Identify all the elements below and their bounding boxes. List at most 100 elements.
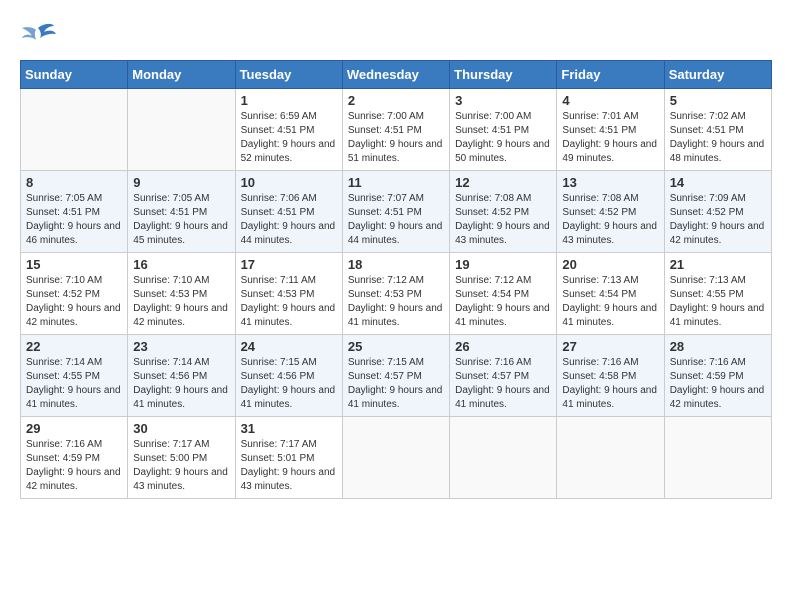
- calendar-week-3: 15 Sunrise: 7:10 AMSunset: 4:52 PMDaylig…: [21, 253, 772, 335]
- calendar-week-5: 29 Sunrise: 7:16 AMSunset: 4:59 PMDaylig…: [21, 417, 772, 499]
- calendar-cell: [128, 89, 235, 171]
- column-header-sunday: Sunday: [21, 61, 128, 89]
- calendar-cell: 14 Sunrise: 7:09 AMSunset: 4:52 PMDaylig…: [664, 171, 771, 253]
- calendar-cell: 1 Sunrise: 6:59 AMSunset: 4:51 PMDayligh…: [235, 89, 342, 171]
- calendar-cell: 2 Sunrise: 7:00 AMSunset: 4:51 PMDayligh…: [342, 89, 449, 171]
- day-number: 17: [241, 257, 337, 272]
- day-info: Sunrise: 7:06 AMSunset: 4:51 PMDaylight:…: [241, 192, 337, 248]
- calendar-cell: 30 Sunrise: 7:17 AMSunset: 5:00 PMDaylig…: [128, 417, 235, 499]
- page-header: [20, 20, 772, 50]
- day-number: 2: [348, 93, 444, 108]
- column-header-thursday: Thursday: [450, 61, 557, 89]
- calendar-cell: 16 Sunrise: 7:10 AMSunset: 4:53 PMDaylig…: [128, 253, 235, 335]
- day-info: Sunrise: 7:02 AMSunset: 4:51 PMDaylight:…: [670, 110, 766, 166]
- day-number: 29: [26, 421, 122, 436]
- day-number: 3: [455, 93, 551, 108]
- calendar-cell: 28 Sunrise: 7:16 AMSunset: 4:59 PMDaylig…: [664, 335, 771, 417]
- calendar-cell: 11 Sunrise: 7:07 AMSunset: 4:51 PMDaylig…: [342, 171, 449, 253]
- day-number: 10: [241, 175, 337, 190]
- day-number: 28: [670, 339, 766, 354]
- day-number: 22: [26, 339, 122, 354]
- calendar-cell: 10 Sunrise: 7:06 AMSunset: 4:51 PMDaylig…: [235, 171, 342, 253]
- day-number: 30: [133, 421, 229, 436]
- calendar-cell: [664, 417, 771, 499]
- calendar-cell: 3 Sunrise: 7:00 AMSunset: 4:51 PMDayligh…: [450, 89, 557, 171]
- calendar-cell: 27 Sunrise: 7:16 AMSunset: 4:58 PMDaylig…: [557, 335, 664, 417]
- day-info: Sunrise: 7:16 AMSunset: 4:59 PMDaylight:…: [670, 356, 766, 412]
- day-info: Sunrise: 7:15 AMSunset: 4:57 PMDaylight:…: [348, 356, 444, 412]
- logo: [20, 20, 60, 50]
- calendar-cell: 13 Sunrise: 7:08 AMSunset: 4:52 PMDaylig…: [557, 171, 664, 253]
- calendar-cell: 17 Sunrise: 7:11 AMSunset: 4:53 PMDaylig…: [235, 253, 342, 335]
- day-number: 5: [670, 93, 766, 108]
- calendar-cell: 12 Sunrise: 7:08 AMSunset: 4:52 PMDaylig…: [450, 171, 557, 253]
- day-number: 24: [241, 339, 337, 354]
- day-info: Sunrise: 7:00 AMSunset: 4:51 PMDaylight:…: [455, 110, 551, 166]
- day-info: Sunrise: 7:14 AMSunset: 4:55 PMDaylight:…: [26, 356, 122, 412]
- day-number: 15: [26, 257, 122, 272]
- column-header-tuesday: Tuesday: [235, 61, 342, 89]
- calendar-cell: 19 Sunrise: 7:12 AMSunset: 4:54 PMDaylig…: [450, 253, 557, 335]
- day-info: Sunrise: 7:16 AMSunset: 4:58 PMDaylight:…: [562, 356, 658, 412]
- day-number: 26: [455, 339, 551, 354]
- day-info: Sunrise: 7:13 AMSunset: 4:55 PMDaylight:…: [670, 274, 766, 330]
- day-info: Sunrise: 7:08 AMSunset: 4:52 PMDaylight:…: [455, 192, 551, 248]
- calendar-cell: 20 Sunrise: 7:13 AMSunset: 4:54 PMDaylig…: [557, 253, 664, 335]
- day-number: 20: [562, 257, 658, 272]
- calendar-cell: 26 Sunrise: 7:16 AMSunset: 4:57 PMDaylig…: [450, 335, 557, 417]
- day-info: Sunrise: 7:14 AMSunset: 4:56 PMDaylight:…: [133, 356, 229, 412]
- day-number: 12: [455, 175, 551, 190]
- day-info: Sunrise: 7:17 AMSunset: 5:01 PMDaylight:…: [241, 438, 337, 494]
- logo-icon: [20, 20, 56, 50]
- day-info: Sunrise: 7:12 AMSunset: 4:53 PMDaylight:…: [348, 274, 444, 330]
- calendar-cell: 5 Sunrise: 7:02 AMSunset: 4:51 PMDayligh…: [664, 89, 771, 171]
- day-number: 23: [133, 339, 229, 354]
- day-info: Sunrise: 7:00 AMSunset: 4:51 PMDaylight:…: [348, 110, 444, 166]
- day-number: 4: [562, 93, 658, 108]
- day-number: 21: [670, 257, 766, 272]
- calendar-cell: 15 Sunrise: 7:10 AMSunset: 4:52 PMDaylig…: [21, 253, 128, 335]
- day-info: Sunrise: 7:05 AMSunset: 4:51 PMDaylight:…: [133, 192, 229, 248]
- day-info: Sunrise: 7:16 AMSunset: 4:57 PMDaylight:…: [455, 356, 551, 412]
- day-number: 31: [241, 421, 337, 436]
- calendar-cell: 18 Sunrise: 7:12 AMSunset: 4:53 PMDaylig…: [342, 253, 449, 335]
- day-info: Sunrise: 7:05 AMSunset: 4:51 PMDaylight:…: [26, 192, 122, 248]
- calendar-week-2: 8 Sunrise: 7:05 AMSunset: 4:51 PMDayligh…: [21, 171, 772, 253]
- calendar-week-4: 22 Sunrise: 7:14 AMSunset: 4:55 PMDaylig…: [21, 335, 772, 417]
- day-info: Sunrise: 7:10 AMSunset: 4:53 PMDaylight:…: [133, 274, 229, 330]
- day-number: 13: [562, 175, 658, 190]
- day-number: 8: [26, 175, 122, 190]
- calendar-cell: [342, 417, 449, 499]
- calendar-cell: 8 Sunrise: 7:05 AMSunset: 4:51 PMDayligh…: [21, 171, 128, 253]
- day-info: Sunrise: 6:59 AMSunset: 4:51 PMDaylight:…: [241, 110, 337, 166]
- calendar-cell: 29 Sunrise: 7:16 AMSunset: 4:59 PMDaylig…: [21, 417, 128, 499]
- calendar-cell: 23 Sunrise: 7:14 AMSunset: 4:56 PMDaylig…: [128, 335, 235, 417]
- day-number: 14: [670, 175, 766, 190]
- day-number: 19: [455, 257, 551, 272]
- day-info: Sunrise: 7:12 AMSunset: 4:54 PMDaylight:…: [455, 274, 551, 330]
- calendar-cell: 25 Sunrise: 7:15 AMSunset: 4:57 PMDaylig…: [342, 335, 449, 417]
- calendar-cell: 9 Sunrise: 7:05 AMSunset: 4:51 PMDayligh…: [128, 171, 235, 253]
- day-info: Sunrise: 7:11 AMSunset: 4:53 PMDaylight:…: [241, 274, 337, 330]
- day-info: Sunrise: 7:09 AMSunset: 4:52 PMDaylight:…: [670, 192, 766, 248]
- day-number: 1: [241, 93, 337, 108]
- day-info: Sunrise: 7:15 AMSunset: 4:56 PMDaylight:…: [241, 356, 337, 412]
- day-info: Sunrise: 7:07 AMSunset: 4:51 PMDaylight:…: [348, 192, 444, 248]
- calendar-header-row: SundayMondayTuesdayWednesdayThursdayFrid…: [21, 61, 772, 89]
- calendar-cell: 24 Sunrise: 7:15 AMSunset: 4:56 PMDaylig…: [235, 335, 342, 417]
- column-header-wednesday: Wednesday: [342, 61, 449, 89]
- calendar-cell: [557, 417, 664, 499]
- day-number: 27: [562, 339, 658, 354]
- calendar-cell: 31 Sunrise: 7:17 AMSunset: 5:01 PMDaylig…: [235, 417, 342, 499]
- day-info: Sunrise: 7:08 AMSunset: 4:52 PMDaylight:…: [562, 192, 658, 248]
- day-number: 18: [348, 257, 444, 272]
- calendar-table: SundayMondayTuesdayWednesdayThursdayFrid…: [20, 60, 772, 499]
- day-info: Sunrise: 7:13 AMSunset: 4:54 PMDaylight:…: [562, 274, 658, 330]
- day-info: Sunrise: 7:01 AMSunset: 4:51 PMDaylight:…: [562, 110, 658, 166]
- day-info: Sunrise: 7:17 AMSunset: 5:00 PMDaylight:…: [133, 438, 229, 494]
- calendar-week-1: 1 Sunrise: 6:59 AMSunset: 4:51 PMDayligh…: [21, 89, 772, 171]
- day-info: Sunrise: 7:10 AMSunset: 4:52 PMDaylight:…: [26, 274, 122, 330]
- column-header-friday: Friday: [557, 61, 664, 89]
- calendar-cell: 4 Sunrise: 7:01 AMSunset: 4:51 PMDayligh…: [557, 89, 664, 171]
- calendar-cell: 21 Sunrise: 7:13 AMSunset: 4:55 PMDaylig…: [664, 253, 771, 335]
